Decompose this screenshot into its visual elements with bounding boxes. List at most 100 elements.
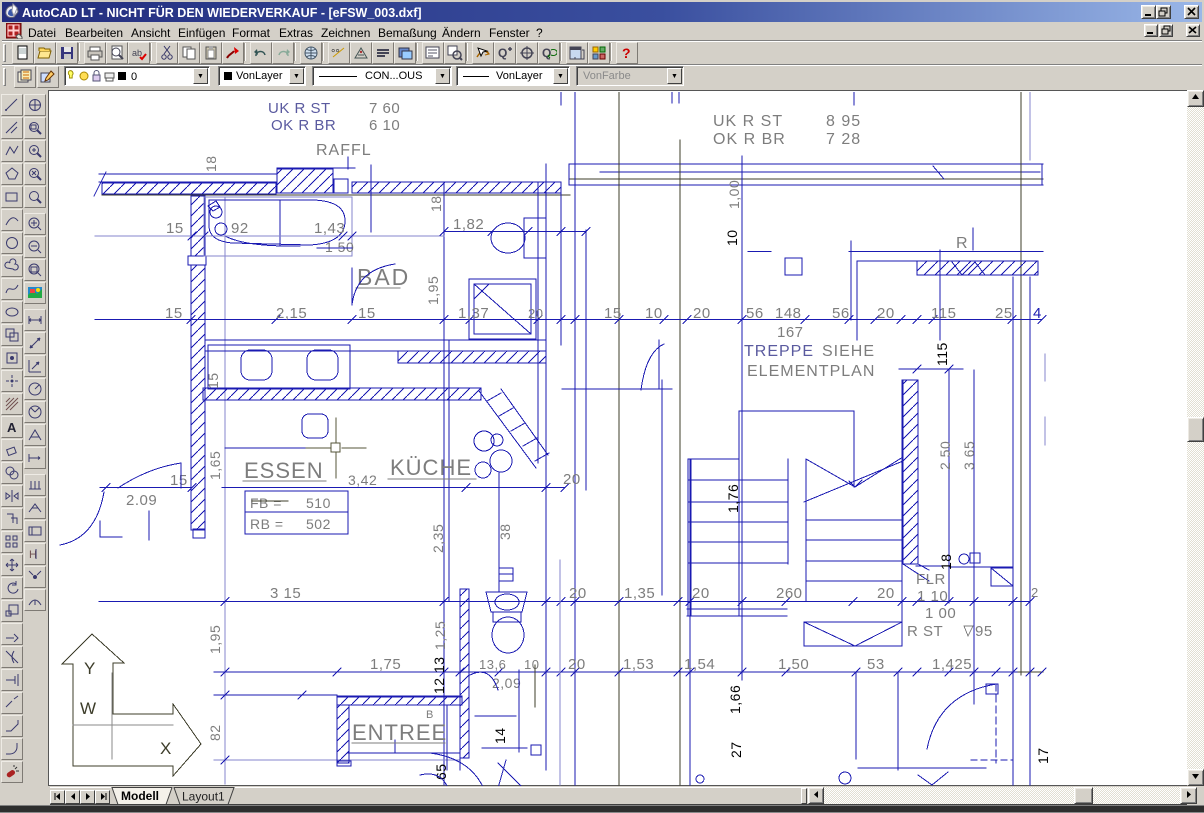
svg-text:115: 115 xyxy=(934,342,950,366)
svg-text:FLR: FLR xyxy=(916,571,946,588)
svg-text:15: 15 xyxy=(170,472,188,489)
svg-text:7 60: 7 60 xyxy=(369,100,400,117)
svg-text:17: 17 xyxy=(1035,747,1051,764)
svg-text:Q: Q xyxy=(498,46,507,60)
svg-text:1,425: 1,425 xyxy=(932,656,972,673)
svg-text:1,76: 1,76 xyxy=(725,484,741,513)
svg-text:18: 18 xyxy=(938,553,954,570)
svg-text:1,95: 1,95 xyxy=(425,276,441,305)
svg-text:Y: Y xyxy=(84,659,95,678)
svg-text:115: 115 xyxy=(931,305,956,322)
svg-text:14: 14 xyxy=(492,727,508,744)
svg-text:UK R ST: UK R ST xyxy=(713,113,783,130)
svg-text:ESSEN: ESSEN xyxy=(244,458,324,483)
svg-text:15: 15 xyxy=(358,305,376,322)
svg-text:20: 20 xyxy=(528,306,543,321)
svg-text:25: 25 xyxy=(995,305,1013,322)
svg-text:3 65: 3 65 xyxy=(961,441,977,470)
svg-text:TREPPE: TREPPE xyxy=(744,343,814,360)
svg-text:B: B xyxy=(426,709,434,721)
svg-text:20: 20 xyxy=(568,656,586,673)
svg-text:15: 15 xyxy=(604,305,622,322)
svg-text:R: R xyxy=(956,235,968,252)
svg-text:R ST: R ST xyxy=(907,623,943,640)
svg-text:2 50: 2 50 xyxy=(937,441,953,470)
svg-text:Layout1: Layout1 xyxy=(182,790,225,804)
svg-text:ENTREE: ENTREE xyxy=(352,720,447,745)
svg-text:12 13: 12 13 xyxy=(431,656,447,694)
svg-text:82: 82 xyxy=(207,724,223,741)
svg-text:56: 56 xyxy=(832,305,850,322)
svg-text:1,25: 1,25 xyxy=(432,621,448,650)
svg-text:20: 20 xyxy=(563,471,581,488)
svg-text:KÜCHE: KÜCHE xyxy=(390,455,472,480)
svg-text:20: 20 xyxy=(569,585,587,602)
svg-text:8 95: 8 95 xyxy=(826,113,861,130)
svg-text:1 50: 1 50 xyxy=(325,239,354,255)
svg-text:SIEHE: SIEHE xyxy=(822,343,875,360)
svg-text:2,15: 2,15 xyxy=(276,305,307,322)
svg-text:1,95: 1,95 xyxy=(207,625,223,654)
svg-text:3,42: 3,42 xyxy=(348,472,377,488)
svg-text:1,75: 1,75 xyxy=(370,656,401,673)
svg-text:20: 20 xyxy=(692,585,710,602)
svg-text:1 10: 1 10 xyxy=(917,588,948,605)
svg-text:18: 18 xyxy=(203,155,219,172)
svg-text:1,37: 1,37 xyxy=(458,305,489,322)
svg-text:7 28: 7 28 xyxy=(826,131,861,148)
svg-text:92: 92 xyxy=(231,220,249,237)
svg-text:RB =: RB = xyxy=(250,516,284,532)
svg-text:260: 260 xyxy=(776,585,803,602)
svg-text:95: 95 xyxy=(975,623,993,640)
svg-text:167: 167 xyxy=(777,324,804,341)
svg-text:1,54: 1,54 xyxy=(684,656,715,673)
svg-text:?: ? xyxy=(622,45,631,61)
svg-text:15: 15 xyxy=(166,220,184,237)
svg-text:2,35: 2,35 xyxy=(430,524,446,553)
svg-text:2.09: 2.09 xyxy=(126,492,157,509)
svg-text:1,00: 1,00 xyxy=(726,180,742,209)
svg-text:502: 502 xyxy=(306,516,331,532)
svg-text:1,43: 1,43 xyxy=(314,220,345,237)
svg-text:W: W xyxy=(80,699,96,718)
svg-text:1,82: 1,82 xyxy=(453,216,484,233)
svg-text:13,6: 13,6 xyxy=(479,657,506,672)
svg-text:ELEMENTPLAN: ELEMENTPLAN xyxy=(747,363,875,380)
svg-text:20: 20 xyxy=(877,305,895,322)
svg-text:53: 53 xyxy=(867,656,885,673)
svg-text:18: 18 xyxy=(428,195,444,212)
svg-text:10: 10 xyxy=(524,657,539,672)
svg-text:6 10: 6 10 xyxy=(369,117,400,134)
svg-text:0: 0 xyxy=(131,71,137,83)
svg-text:510: 510 xyxy=(306,495,331,511)
svg-text:2: 2 xyxy=(1031,585,1039,600)
svg-text:1 00: 1 00 xyxy=(925,605,956,622)
svg-text:10: 10 xyxy=(724,229,740,246)
svg-text:1,35: 1,35 xyxy=(624,585,655,602)
svg-text:10: 10 xyxy=(645,305,663,322)
svg-text:UK R ST: UK R ST xyxy=(268,100,331,117)
svg-text:4: 4 xyxy=(1033,305,1042,322)
svg-text:OK R BR: OK R BR xyxy=(713,131,786,148)
svg-text:148: 148 xyxy=(775,305,802,322)
svg-text:°°: °° xyxy=(331,48,340,60)
svg-text:X: X xyxy=(160,739,171,758)
svg-text:RAFFL: RAFFL xyxy=(316,142,372,159)
svg-text:1,66: 1,66 xyxy=(727,685,743,714)
svg-text:15: 15 xyxy=(165,305,183,322)
svg-text:1,53: 1,53 xyxy=(623,656,654,673)
svg-text:FB =: FB = xyxy=(250,495,282,511)
svg-text:27: 27 xyxy=(728,741,744,758)
svg-text:Modell: Modell xyxy=(121,789,159,803)
svg-text:56: 56 xyxy=(746,305,764,322)
svg-text:OK R BR: OK R BR xyxy=(271,117,336,134)
svg-text:3 15: 3 15 xyxy=(270,585,301,602)
svg-text:1,50: 1,50 xyxy=(778,656,809,673)
svg-text:38: 38 xyxy=(497,523,513,540)
svg-text:15: 15 xyxy=(205,372,221,389)
svg-text:2,09: 2,09 xyxy=(492,675,521,691)
svg-text:A: A xyxy=(7,420,17,435)
svg-text:1,65: 1,65 xyxy=(207,451,223,480)
svg-text:20: 20 xyxy=(877,585,895,602)
svg-text:20: 20 xyxy=(693,305,711,322)
